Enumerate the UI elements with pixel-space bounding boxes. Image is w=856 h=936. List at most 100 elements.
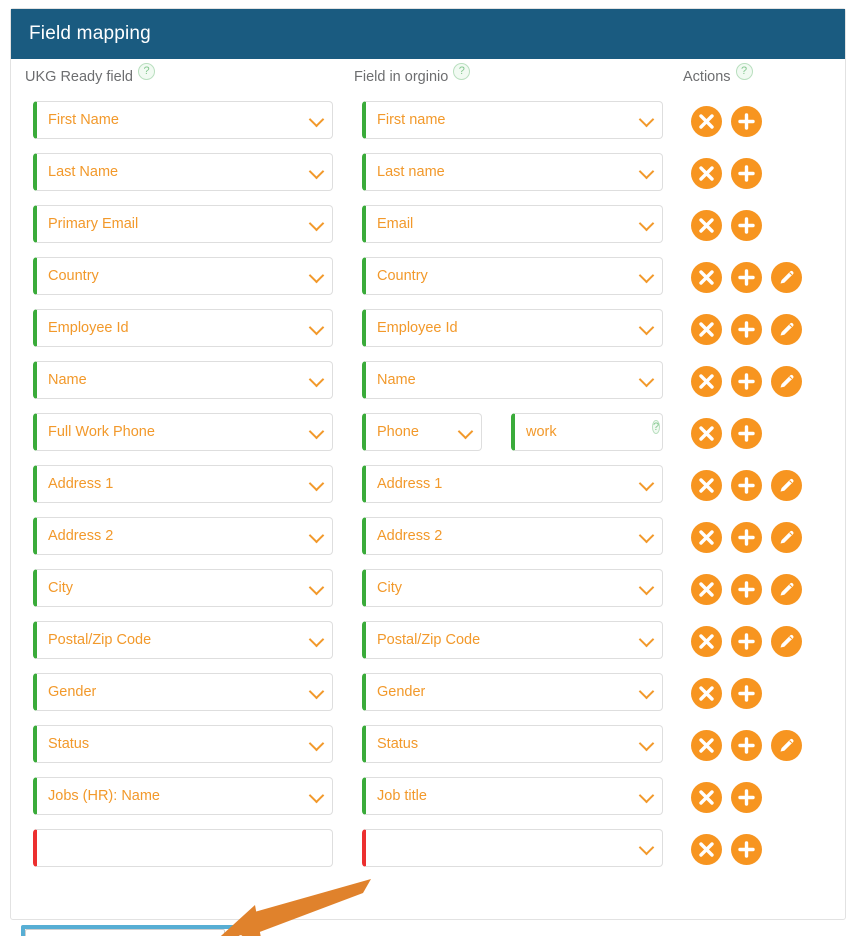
- row-actions: [691, 154, 762, 192]
- help-icon[interactable]: ?: [735, 63, 753, 80]
- ukg-ready-field-select[interactable]: [33, 829, 333, 867]
- add-row-button[interactable]: [731, 677, 762, 709]
- remove-row-button[interactable]: [691, 677, 722, 709]
- ukg-ready-field-select[interactable]: Address 1: [33, 465, 333, 503]
- orginio-field-select[interactable]: First name: [362, 101, 663, 139]
- orginio-field-select[interactable]: Job title: [362, 777, 663, 815]
- edit-row-button[interactable]: [771, 365, 802, 397]
- chevron-down-icon: [638, 631, 655, 648]
- edit-row-button[interactable]: [771, 625, 802, 657]
- edit-row-button[interactable]: [771, 521, 802, 553]
- add-row-button[interactable]: [731, 105, 762, 137]
- edit-row-button[interactable]: [771, 573, 802, 605]
- remove-row-button[interactable]: [691, 833, 722, 865]
- remove-row-button[interactable]: [691, 781, 722, 813]
- help-icon[interactable]: ?: [453, 63, 471, 80]
- remove-row-button[interactable]: [691, 625, 722, 657]
- ukg-ready-field-select[interactable]: Name: [33, 361, 333, 399]
- chevron-down-icon: [638, 787, 655, 804]
- edit-row-button[interactable]: [771, 729, 802, 761]
- add-row-button[interactable]: [731, 521, 762, 553]
- remove-row-button[interactable]: [691, 261, 722, 293]
- remove-row-button[interactable]: [691, 573, 722, 605]
- add-row-button[interactable]: [731, 365, 762, 397]
- add-row-button[interactable]: [731, 833, 762, 865]
- chevron-down-icon: [457, 423, 474, 440]
- chevron-down-icon: [638, 111, 655, 128]
- add-row-button[interactable]: [731, 729, 762, 761]
- close-icon: [699, 217, 714, 233]
- orginio-field-select[interactable]: Employee Id: [362, 309, 663, 347]
- orginio-field-select[interactable]: Postal/Zip Code: [362, 621, 663, 659]
- remove-row-button[interactable]: [691, 729, 722, 761]
- orginio-field-select[interactable]: Gender: [362, 673, 663, 711]
- add-row-button[interactable]: [731, 573, 762, 605]
- ukg-ready-field-select[interactable]: Jobs (HR): Name: [33, 777, 333, 815]
- ukg-ready-field-select[interactable]: Employee Id: [33, 309, 333, 347]
- add-row-button[interactable]: [731, 261, 762, 293]
- remove-row-button[interactable]: [691, 313, 722, 345]
- mapping-row: Gender Gender: [11, 673, 845, 725]
- orginio-field-select[interactable]: Last name: [362, 153, 663, 191]
- field-value: City: [48, 580, 73, 596]
- remove-row-button[interactable]: [691, 209, 722, 241]
- chevron-down-icon: [638, 371, 655, 388]
- field-value: Gender: [377, 684, 426, 700]
- chevron-down-icon: [308, 267, 325, 284]
- orginio-field-select[interactable]: Phone: [362, 413, 482, 451]
- mapping-row: Jobs (HR): Name Job title: [11, 777, 845, 829]
- ukg-ready-field-select[interactable]: City: [33, 569, 333, 607]
- mapping-row: Address 1 Address 1: [11, 465, 845, 517]
- remove-row-button[interactable]: [691, 521, 722, 553]
- field-value: Last Name: [48, 164, 119, 180]
- assign-another-field-button[interactable]: ASSIGN ANOTHER FIELD: [25, 929, 226, 936]
- row-actions: [691, 310, 802, 348]
- mapping-row: Country Country: [11, 257, 845, 309]
- orginio-field-select[interactable]: Name: [362, 361, 663, 399]
- ukg-ready-field-select[interactable]: Country: [33, 257, 333, 295]
- add-row-button[interactable]: [731, 469, 762, 501]
- ukg-ready-field-select[interactable]: Last Name: [33, 153, 333, 191]
- remove-row-button[interactable]: [691, 157, 722, 189]
- ukg-ready-field-select[interactable]: Address 2: [33, 517, 333, 555]
- orginio-field-select[interactable]: Address 1: [362, 465, 663, 503]
- close-icon: [699, 269, 714, 285]
- remove-row-button[interactable]: [691, 417, 722, 449]
- ukg-ready-field-select[interactable]: Gender: [33, 673, 333, 711]
- orginio-field-select[interactable]: Email: [362, 205, 663, 243]
- ukg-ready-field-select[interactable]: Postal/Zip Code: [33, 621, 333, 659]
- add-row-button[interactable]: [731, 157, 762, 189]
- chevron-down-icon: [308, 111, 325, 128]
- remove-row-button[interactable]: [691, 469, 722, 501]
- field-value: Postal/Zip Code: [48, 632, 152, 648]
- chevron-down-icon: [308, 527, 325, 544]
- row-actions: [691, 362, 802, 400]
- orginio-field-select[interactable]: Address 2: [362, 517, 663, 555]
- add-row-button[interactable]: [731, 313, 762, 345]
- add-row-button[interactable]: [731, 781, 762, 813]
- chevron-down-icon: [638, 163, 655, 180]
- orginio-field-select[interactable]: Country: [362, 257, 663, 295]
- ukg-ready-field-select[interactable]: Primary Email: [33, 205, 333, 243]
- ukg-ready-field-select[interactable]: Full Work Phone: [33, 413, 333, 451]
- field-value: Country: [377, 268, 428, 284]
- orginio-field-select[interactable]: [362, 829, 663, 867]
- add-row-button[interactable]: [731, 625, 762, 657]
- orginio-field-qualifier-input[interactable]: work: [511, 413, 663, 451]
- field-value: Jobs (HR): Name: [48, 788, 160, 804]
- add-row-button[interactable]: [731, 209, 762, 241]
- chevron-down-icon: [308, 215, 325, 232]
- remove-row-button[interactable]: [691, 105, 722, 137]
- ukg-ready-field-select[interactable]: Status: [33, 725, 333, 763]
- remove-row-button[interactable]: [691, 365, 722, 397]
- edit-row-button[interactable]: [771, 261, 802, 293]
- help-icon[interactable]: ?: [138, 63, 155, 80]
- orginio-field-select[interactable]: City: [362, 569, 663, 607]
- orginio-field-select[interactable]: Status: [362, 725, 663, 763]
- ukg-ready-field-select[interactable]: First Name: [33, 101, 333, 139]
- close-icon: [699, 841, 714, 857]
- edit-row-button[interactable]: [771, 313, 802, 345]
- help-icon[interactable]: ?: [652, 420, 661, 434]
- edit-row-button[interactable]: [771, 469, 802, 501]
- add-row-button[interactable]: [731, 417, 762, 449]
